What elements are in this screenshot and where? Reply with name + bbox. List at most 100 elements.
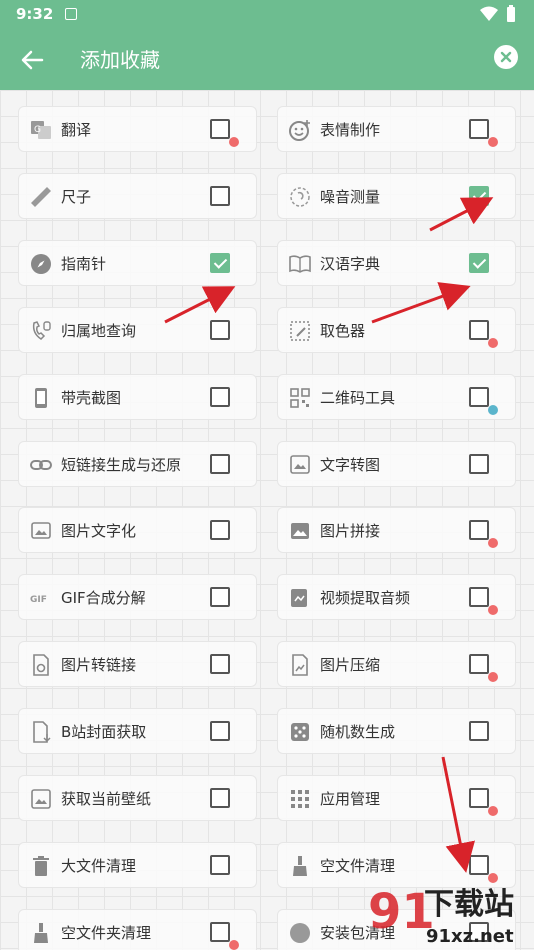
tool-checkbox[interactable] (210, 854, 230, 875)
tool-card[interactable]: 带壳截图 (18, 373, 257, 420)
tool-card[interactable]: 文字转图 (277, 440, 516, 487)
image-text-icon (29, 519, 53, 543)
tool-checkbox[interactable] (210, 721, 230, 742)
battery-icon (507, 5, 515, 22)
tool-checkbox[interactable] (469, 587, 489, 608)
tool-label: 表情制作 (320, 121, 381, 139)
watermark: 91 下载站 91xz.net (364, 870, 534, 950)
tool-label: 带壳截图 (61, 388, 122, 407)
qrcode-icon (288, 386, 312, 410)
tool-card[interactable]: 归属地查询 (18, 306, 257, 353)
close-button[interactable] (494, 45, 518, 69)
tool-label: 翻译 (61, 121, 92, 139)
tool-checkbox[interactable] (210, 453, 230, 474)
tool-checkbox[interactable] (469, 453, 489, 474)
tool-card[interactable]: 二维码工具 (277, 373, 516, 420)
tool-label: 空文件夹清理 (61, 923, 152, 942)
tool-checkbox[interactable] (210, 386, 230, 407)
tool-label: 文字转图 (320, 455, 381, 474)
page-title: 添加收藏 (80, 48, 160, 72)
tool-checkbox[interactable] (469, 386, 489, 407)
tool-card[interactable]: G 翻译 (18, 106, 257, 152)
tool-checkbox[interactable] (210, 119, 230, 139)
new-badge-dot (488, 137, 498, 147)
notification-icon (65, 8, 78, 20)
tool-label: 取色器 (320, 321, 366, 340)
dice-icon (288, 720, 312, 744)
tool-checkbox[interactable] (210, 788, 230, 808)
tool-checkbox[interactable] (210, 319, 230, 340)
noise-meter-icon (288, 185, 312, 209)
back-button[interactable] (18, 46, 46, 74)
close-icon (500, 51, 512, 63)
status-bar: 9:32 (0, 0, 534, 28)
tool-card[interactable]: 大文件清理 (18, 841, 257, 888)
phone-frame-screenshot-icon (29, 386, 53, 410)
tool-checkbox[interactable] (469, 721, 489, 742)
new-badge-dot (488, 404, 498, 415)
tool-label: 图片文字化 (61, 522, 137, 541)
tool-card[interactable]: 尺子 (18, 172, 257, 219)
watermark-text: 下载站 (424, 887, 514, 922)
tool-checkbox[interactable] (469, 788, 489, 808)
translate-icon: G (29, 118, 53, 142)
image-icon (288, 519, 312, 543)
tool-card[interactable]: 短链接生成与还原 (18, 440, 257, 487)
tool-card[interactable]: 噪音测量 (277, 172, 516, 219)
emoji-icon (288, 118, 312, 142)
arrow-left-icon (21, 50, 44, 70)
text-to-image-icon (288, 453, 312, 477)
tool-card[interactable]: 图片文字化 (18, 507, 257, 554)
tool-card[interactable]: B站封面获取 (18, 708, 257, 755)
tool-grid: G 翻译 表情制作尺子 噪音测量 指南针 汉语字典 归属地查询 取色器带壳截图 二维码工具短链接… (0, 90, 534, 950)
tool-checkbox[interactable] (210, 587, 230, 608)
tool-card[interactable]: 随机数生成 (277, 708, 516, 755)
tool-card[interactable]: 图片压缩 (277, 641, 516, 688)
tool-checkbox[interactable] (210, 654, 230, 675)
tool-checkbox[interactable] (469, 319, 489, 340)
new-badge-dot (488, 538, 498, 549)
trash-icon (29, 854, 53, 878)
file-download-icon (29, 720, 53, 744)
tool-card[interactable]: 图片拼接 (277, 507, 516, 554)
svg-text:G: G (34, 125, 41, 135)
new-badge-dot (229, 137, 239, 147)
tool-checkbox[interactable] (469, 654, 489, 675)
tool-card[interactable]: 应用管理 (277, 775, 516, 821)
tool-label: B站封面获取 (61, 723, 147, 742)
tool-card[interactable]: 获取当前壁纸 (18, 775, 257, 821)
tool-card[interactable]: 空文件夹清理 (18, 908, 257, 950)
svg-text:GIF: GIF (30, 595, 47, 605)
tool-card[interactable]: 图片转链接 (18, 641, 257, 688)
tool-card[interactable]: 表情制作 (277, 106, 516, 152)
tool-card[interactable]: 视频提取音频 (277, 574, 516, 621)
tool-card[interactable]: GIF GIF合成分解 (18, 574, 257, 621)
tool-checkbox[interactable] (210, 520, 230, 541)
tool-label: 二维码工具 (320, 388, 396, 407)
image-compress-icon (288, 653, 312, 677)
tool-card[interactable]: 汉语字典 (277, 239, 516, 286)
tool-checkbox[interactable] (469, 520, 489, 541)
tool-checkbox[interactable] (210, 921, 230, 942)
watermark-url: 91xz.net (426, 926, 514, 947)
wallpaper-icon (29, 787, 53, 811)
tool-card[interactable]: 取色器 (277, 306, 516, 353)
tool-card[interactable]: 指南针 (18, 239, 257, 286)
tool-label: 获取当前壁纸 (61, 790, 152, 808)
phone-location-icon (29, 319, 53, 343)
tool-checkbox[interactable] (210, 252, 230, 273)
broom-icon (288, 854, 312, 878)
tool-checkbox[interactable] (210, 185, 230, 206)
tool-checkbox[interactable] (469, 119, 489, 139)
tool-checkbox[interactable] (469, 185, 489, 206)
tool-label: GIF合成分解 (61, 589, 146, 608)
tool-checkbox[interactable] (469, 252, 489, 273)
status-icons (480, 5, 516, 23)
new-badge-dot (488, 605, 498, 616)
tool-label: 随机数生成 (320, 723, 396, 742)
gif-icon: GIF (29, 586, 53, 610)
new-badge-dot (488, 806, 498, 816)
app-header: 添加收藏 (0, 28, 534, 90)
video-audio-icon (288, 586, 312, 610)
image-link-icon (29, 653, 53, 677)
